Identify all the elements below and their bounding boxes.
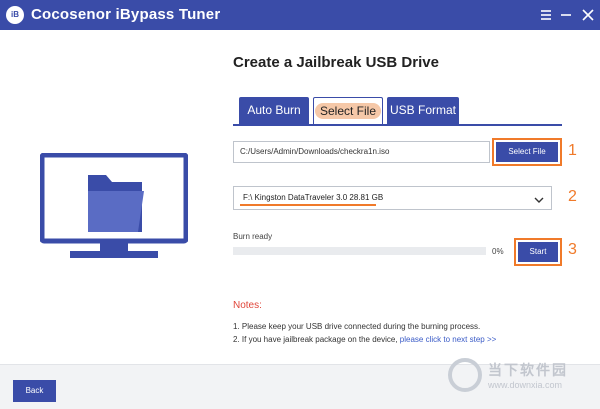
page-title: Create a Jailbreak USB Drive	[233, 54, 439, 71]
note-line-2-text: 2. If you have jailbreak package on the …	[233, 335, 400, 344]
minimize-icon[interactable]	[556, 5, 576, 25]
start-button[interactable]: Start	[518, 242, 558, 262]
app-title: Cocosenor iBypass Tuner	[31, 6, 221, 23]
drive-highlight-underline	[240, 204, 376, 206]
step-number-3: 3	[568, 241, 577, 258]
title-bar: iB Cocosenor iBypass Tuner	[0, 0, 600, 30]
back-button[interactable]: Back	[13, 380, 56, 402]
tab-auto-burn[interactable]: Auto Burn	[239, 97, 309, 124]
app-logo-icon: iB	[6, 6, 24, 24]
burn-progress-percent: 0%	[492, 247, 504, 256]
tab-select-file[interactable]: Select File	[313, 97, 383, 124]
monitor-folder-illustration	[39, 152, 189, 263]
hamburger-menu-icon[interactable]	[536, 5, 556, 25]
select-file-button[interactable]: Select File	[496, 142, 558, 162]
iso-path-field[interactable]: C:/Users/Admin/Downloads/checkra1n.iso	[233, 141, 490, 163]
watermark-text: 当下软件园	[488, 362, 568, 378]
step-number-2: 2	[568, 188, 577, 205]
watermark-url: www.downxia.com	[488, 380, 563, 390]
close-icon[interactable]	[578, 5, 598, 25]
drive-selected-value: F:\ Kingston DataTraveler 3.0 28.81 GB	[243, 193, 384, 202]
tab-usb-format[interactable]: USB Format	[387, 97, 459, 124]
step-number-1: 1	[568, 142, 577, 159]
burn-status: Burn ready	[233, 232, 273, 241]
chevron-down-icon	[533, 193, 545, 205]
watermark: 当下软件园 www.downxia.com	[448, 358, 596, 404]
usb-drive-dropdown[interactable]: F:\ Kingston DataTraveler 3.0 28.81 GB	[233, 186, 552, 210]
note-line-2: 2. If you have jailbreak package on the …	[233, 335, 496, 344]
watermark-logo-icon	[448, 358, 482, 392]
note-line-1: 1. Please keep your USB drive connected …	[233, 322, 481, 331]
burn-progress-bar	[233, 247, 486, 255]
tab-select-file-label: Select File	[314, 103, 382, 119]
tab-underline	[233, 124, 562, 126]
next-step-link[interactable]: please click to next step >>	[400, 335, 497, 344]
notes-title: Notes:	[233, 300, 262, 311]
